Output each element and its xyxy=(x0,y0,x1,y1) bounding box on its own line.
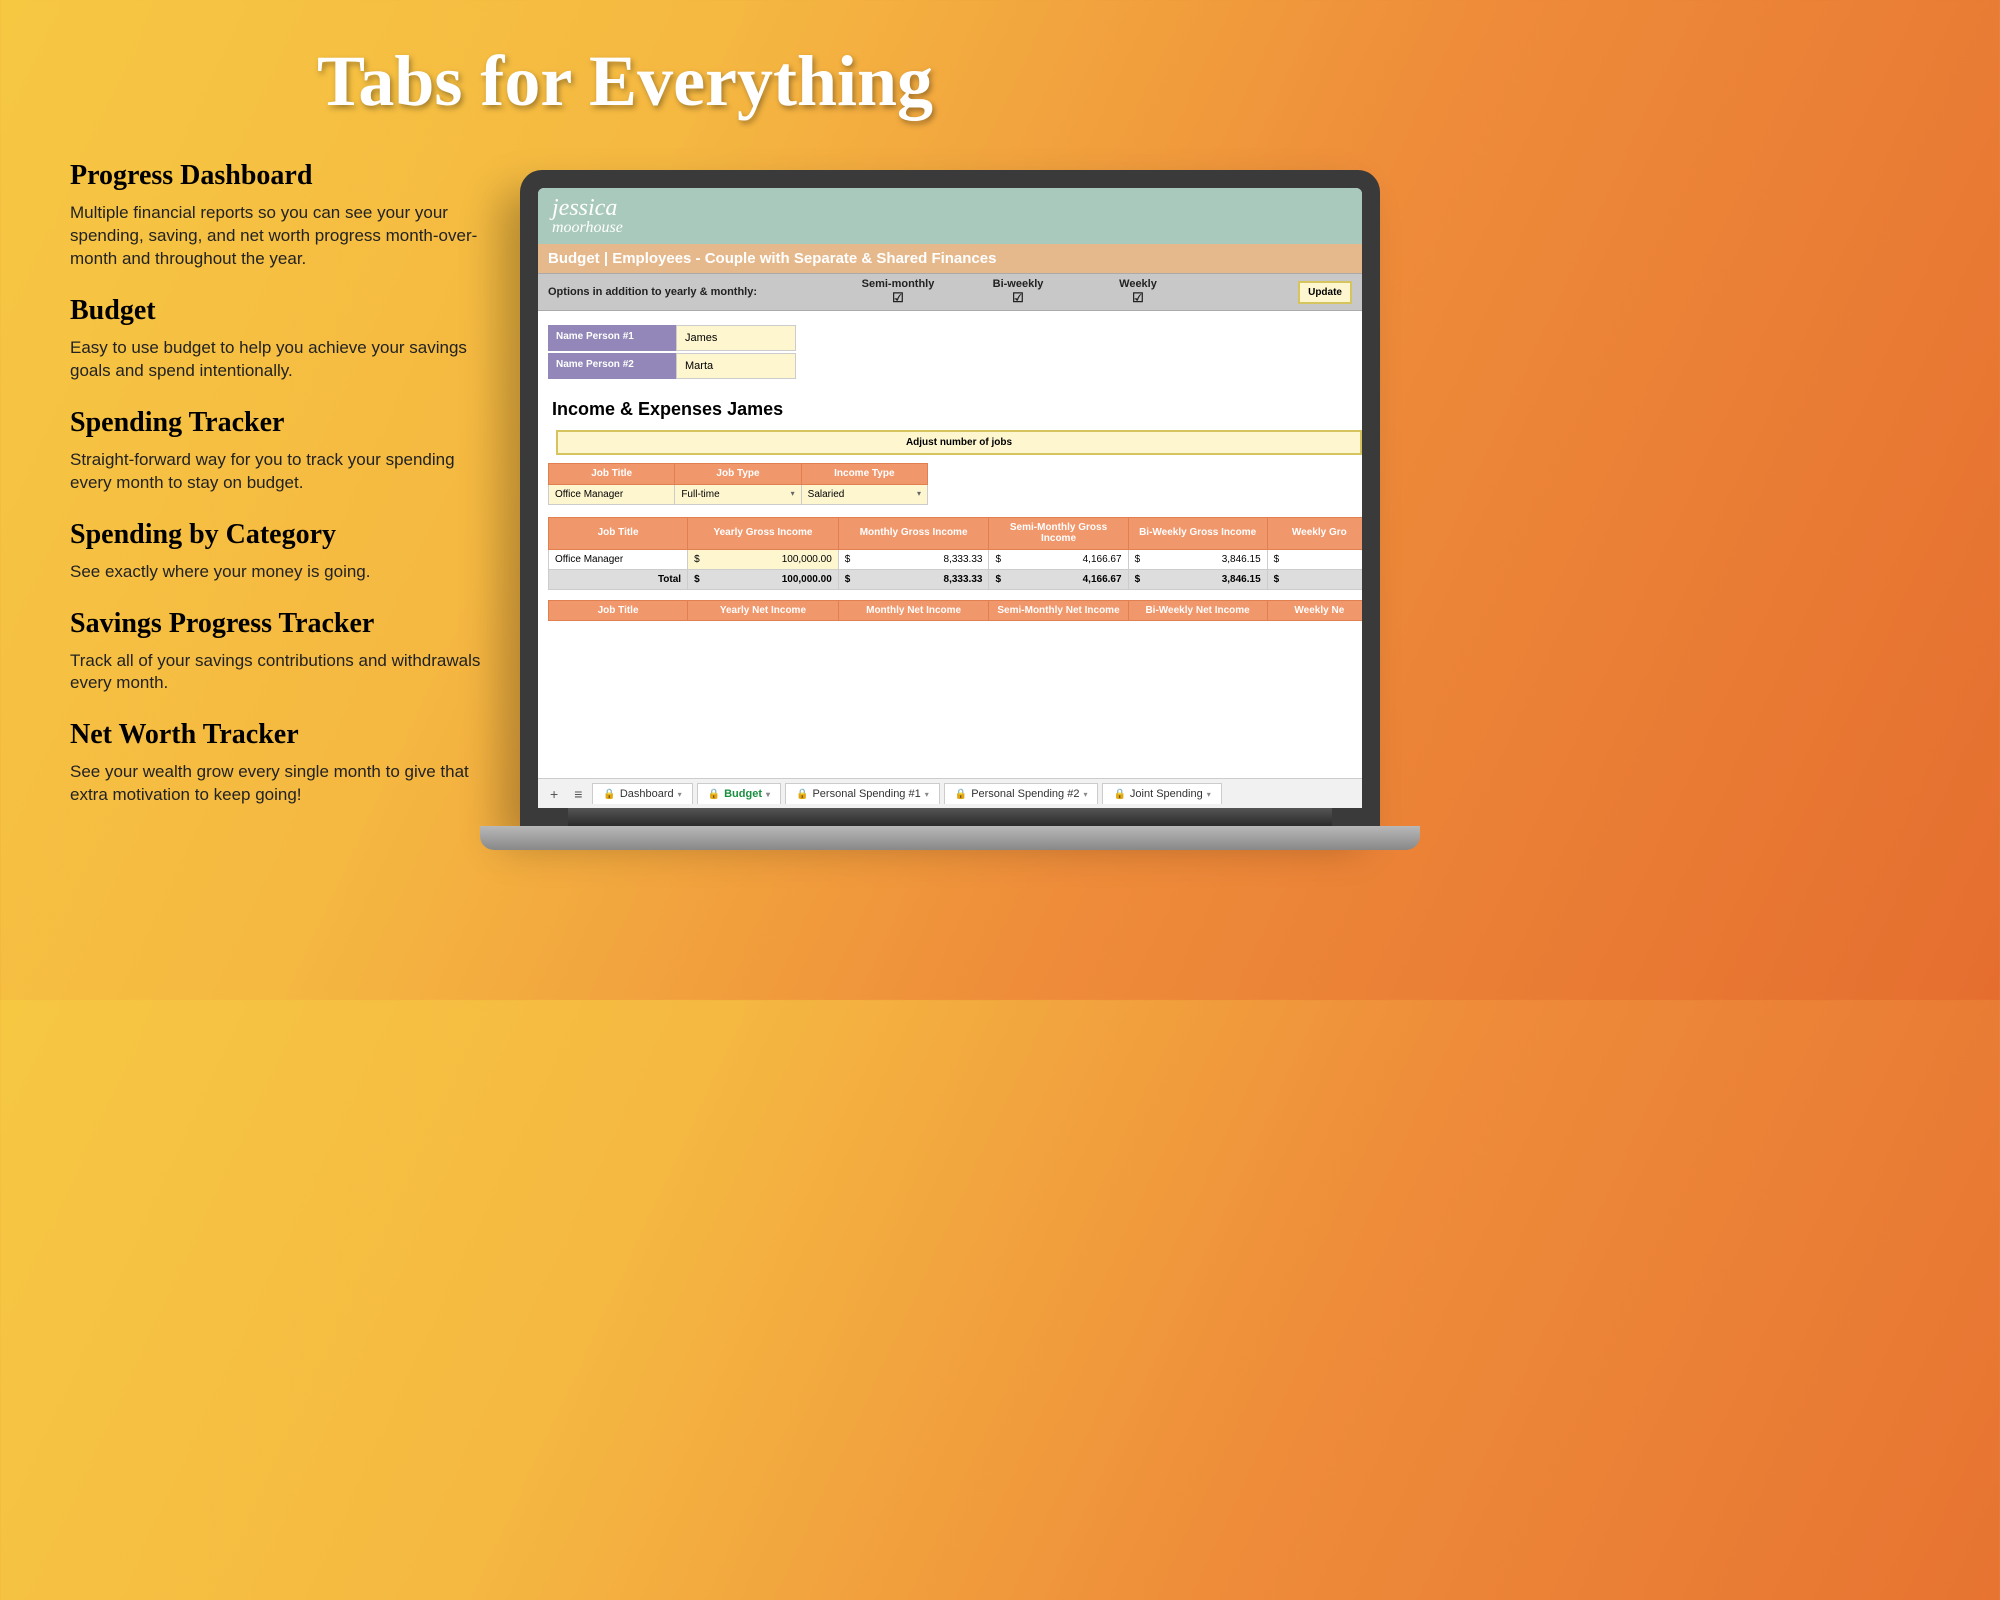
name-person1-label: Name Person #1 xyxy=(548,325,676,351)
total-cell: 3,846.15 xyxy=(1128,569,1267,589)
hero-title: Tabs for Everything xyxy=(0,0,1250,123)
name-person2-label: Name Person #2 xyxy=(548,353,676,379)
name-person2-input[interactable]: Marta xyxy=(676,353,796,379)
tab-personal-spending-1[interactable]: 🔒Personal Spending #1▾ xyxy=(785,783,940,804)
feature-title: Net Worth Tracker xyxy=(70,719,500,751)
feature-desc: Easy to use budget to help you achieve y… xyxy=(70,337,500,383)
laptop-base xyxy=(480,826,1420,850)
feature-desc: See exactly where your money is going. xyxy=(70,561,500,584)
option-weekly[interactable]: Weekly☑ xyxy=(1078,278,1198,306)
dropdown-icon[interactable]: ▾ xyxy=(766,790,770,799)
total-label: Total xyxy=(549,569,688,589)
feature-item: Spending Tracker Straight-forward way fo… xyxy=(70,407,500,495)
options-label: Options in addition to yearly & monthly: xyxy=(548,286,838,298)
spreadsheet-screen: jessica moorhouse Budget | Employees - C… xyxy=(538,188,1362,808)
income-type-cell[interactable]: Salaried▾ xyxy=(801,484,927,504)
col-header: Bi-Weekly Gross Income xyxy=(1128,517,1267,549)
feature-item: Net Worth Tracker See your wealth grow e… xyxy=(70,719,500,807)
add-sheet-button[interactable]: + xyxy=(544,784,564,804)
total-cell xyxy=(1267,569,1362,589)
all-sheets-button[interactable]: ≡ xyxy=(568,784,588,804)
feature-title: Spending Tracker xyxy=(70,407,500,439)
feature-item: Savings Progress Tracker Track all of yo… xyxy=(70,608,500,696)
col-header: Job Title xyxy=(549,600,688,621)
adjust-jobs-button[interactable]: Adjust number of jobs xyxy=(556,430,1362,455)
cell[interactable]: 100,000.00 xyxy=(688,549,839,569)
brand-bar: jessica moorhouse xyxy=(538,188,1362,244)
col-header: Semi-Monthly Gross Income xyxy=(989,517,1128,549)
job-type-header: Job Type xyxy=(675,464,801,485)
feature-title: Budget xyxy=(70,295,500,327)
dropdown-icon[interactable]: ▾ xyxy=(917,489,921,498)
cell[interactable]: 3,846.15 xyxy=(1128,549,1267,569)
checkbox-icon[interactable]: ☑ xyxy=(958,290,1078,306)
col-header: Monthly Net Income xyxy=(838,600,989,621)
job-title-cell[interactable]: Office Manager xyxy=(549,484,675,504)
col-header: Yearly Net Income xyxy=(688,600,839,621)
tab-joint-spending[interactable]: 🔒Joint Spending▾ xyxy=(1102,783,1221,804)
feature-title: Savings Progress Tracker xyxy=(70,608,500,640)
dropdown-icon[interactable]: ▾ xyxy=(1207,790,1211,799)
total-cell: 4,166.67 xyxy=(989,569,1128,589)
col-header: Weekly Gro xyxy=(1267,517,1362,549)
col-header: Monthly Gross Income xyxy=(838,517,989,549)
lock-icon: 🔒 xyxy=(955,789,967,800)
col-header: Weekly Ne xyxy=(1267,600,1362,621)
dropdown-icon[interactable]: ▾ xyxy=(925,790,929,799)
cell[interactable]: 8,333.33 xyxy=(838,549,989,569)
cell[interactable]: Office Manager xyxy=(549,549,688,569)
cell[interactable] xyxy=(1267,549,1362,569)
option-biweekly[interactable]: Bi-weekly☑ xyxy=(958,278,1078,306)
tab-budget[interactable]: 🔒Budget▾ xyxy=(697,783,781,804)
col-header: Job Title xyxy=(549,517,688,549)
feature-desc: See your wealth grow every single month … xyxy=(70,761,500,807)
feature-item: Progress Dashboard Multiple financial re… xyxy=(70,160,500,271)
income-type-header: Income Type xyxy=(801,464,927,485)
col-header: Yearly Gross Income xyxy=(688,517,839,549)
laptop-mockup: jessica moorhouse Budget | Employees - C… xyxy=(520,170,1380,850)
lock-icon: 🔒 xyxy=(708,789,720,800)
features-list: Progress Dashboard Multiple financial re… xyxy=(70,160,500,831)
col-header: Bi-Weekly Net Income xyxy=(1128,600,1267,621)
total-cell: 100,000.00 xyxy=(688,569,839,589)
checkbox-icon[interactable]: ☑ xyxy=(1078,290,1198,306)
name-block: Name Person #1 James Name Person #2 Mart… xyxy=(538,311,1362,389)
laptop-keyboard xyxy=(568,808,1332,826)
dropdown-icon[interactable]: ▾ xyxy=(678,790,682,799)
dropdown-icon[interactable]: ▾ xyxy=(791,489,795,498)
job-type-cell[interactable]: Full-time▾ xyxy=(675,484,801,504)
options-row: Options in addition to yearly & monthly:… xyxy=(538,273,1362,311)
update-button[interactable]: Update xyxy=(1298,281,1352,304)
laptop-frame: jessica moorhouse Budget | Employees - C… xyxy=(520,170,1380,826)
net-income-table: Job Title Yearly Net Income Monthly Net … xyxy=(548,600,1362,622)
sheet-tabs-bar: + ≡ 🔒Dashboard▾ 🔒Budget▾ 🔒Personal Spend… xyxy=(538,778,1362,808)
name-person1-input[interactable]: James xyxy=(676,325,796,351)
feature-title: Spending by Category xyxy=(70,519,500,551)
feature-desc: Multiple financial reports so you can se… xyxy=(70,202,500,271)
lock-icon: 🔒 xyxy=(603,789,615,800)
feature-title: Progress Dashboard xyxy=(70,160,500,192)
lock-icon: 🔒 xyxy=(1113,789,1125,800)
brand-last: moorhouse xyxy=(552,220,1348,236)
feature-desc: Track all of your savings contributions … xyxy=(70,650,500,696)
job-title-header: Job Title xyxy=(549,464,675,485)
col-header: Semi-Monthly Net Income xyxy=(989,600,1128,621)
dropdown-icon[interactable]: ▾ xyxy=(1083,790,1087,799)
sheet-title: Budget | Employees - Couple with Separat… xyxy=(538,244,1362,273)
total-cell: 8,333.33 xyxy=(838,569,989,589)
feature-item: Spending by Category See exactly where y… xyxy=(70,519,500,584)
lock-icon: 🔒 xyxy=(796,789,808,800)
option-semimonthly[interactable]: Semi-monthly☑ xyxy=(838,278,958,306)
feature-desc: Straight-forward way for you to track yo… xyxy=(70,449,500,495)
checkbox-icon[interactable]: ☑ xyxy=(838,290,958,306)
tab-personal-spending-2[interactable]: 🔒Personal Spending #2▾ xyxy=(944,783,1099,804)
section-title: Income & Expenses James xyxy=(538,389,1362,426)
job-details-table: Job Title Job Type Income Type Office Ma… xyxy=(548,463,928,505)
gross-income-table: Job Title Yearly Gross Income Monthly Gr… xyxy=(548,517,1362,590)
tab-dashboard[interactable]: 🔒Dashboard▾ xyxy=(592,783,692,804)
brand-first: jessica xyxy=(552,196,1348,220)
feature-item: Budget Easy to use budget to help you ac… xyxy=(70,295,500,383)
cell[interactable]: 4,166.67 xyxy=(989,549,1128,569)
